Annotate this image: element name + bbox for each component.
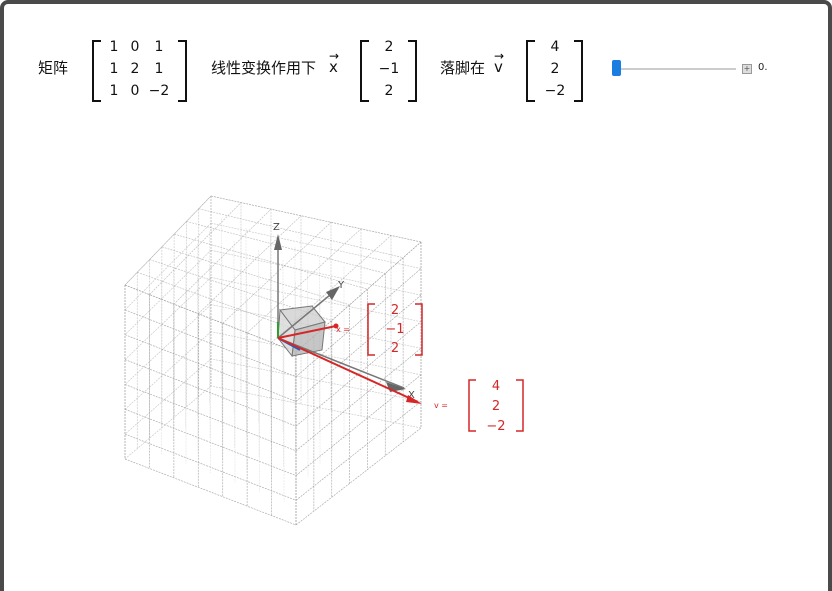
v-plot-cell: 2 [492, 399, 500, 414]
v-vector-plot-label: v = [434, 401, 448, 410]
grid-line [210, 249, 422, 296]
grid-line [124, 195, 212, 286]
grid-line [210, 358, 422, 402]
v-plot-cell: −2 [486, 419, 505, 434]
z-axis-arrow-icon [274, 234, 282, 250]
x-plot-cell: 2 [391, 303, 399, 318]
grid-line [210, 195, 422, 243]
grid-line [295, 348, 422, 452]
plot-3d[interactable]: Z Y X x = 2 −1 2 v = 4 2 −2 [0, 0, 832, 591]
v-plot-cell: 4 [492, 379, 500, 394]
y-axis-label: Y [337, 280, 345, 291]
x-plot-cell: −1 [385, 322, 404, 337]
grid-line [295, 427, 422, 526]
grid-cube [124, 195, 422, 526]
z-axis-label: Z [273, 222, 280, 233]
grid-line [295, 374, 422, 476]
grid-line [124, 458, 297, 526]
grid-line [210, 195, 422, 243]
grid-line [210, 385, 422, 429]
grid-line [210, 222, 422, 269]
x-vector-plot-label: x = [336, 325, 350, 334]
v-plot-left-bracket [468, 379, 476, 432]
grid-line [186, 221, 386, 274]
x-plot-cell: 2 [391, 341, 399, 356]
v-plot-right-bracket [516, 379, 524, 432]
grid-line [295, 401, 422, 501]
